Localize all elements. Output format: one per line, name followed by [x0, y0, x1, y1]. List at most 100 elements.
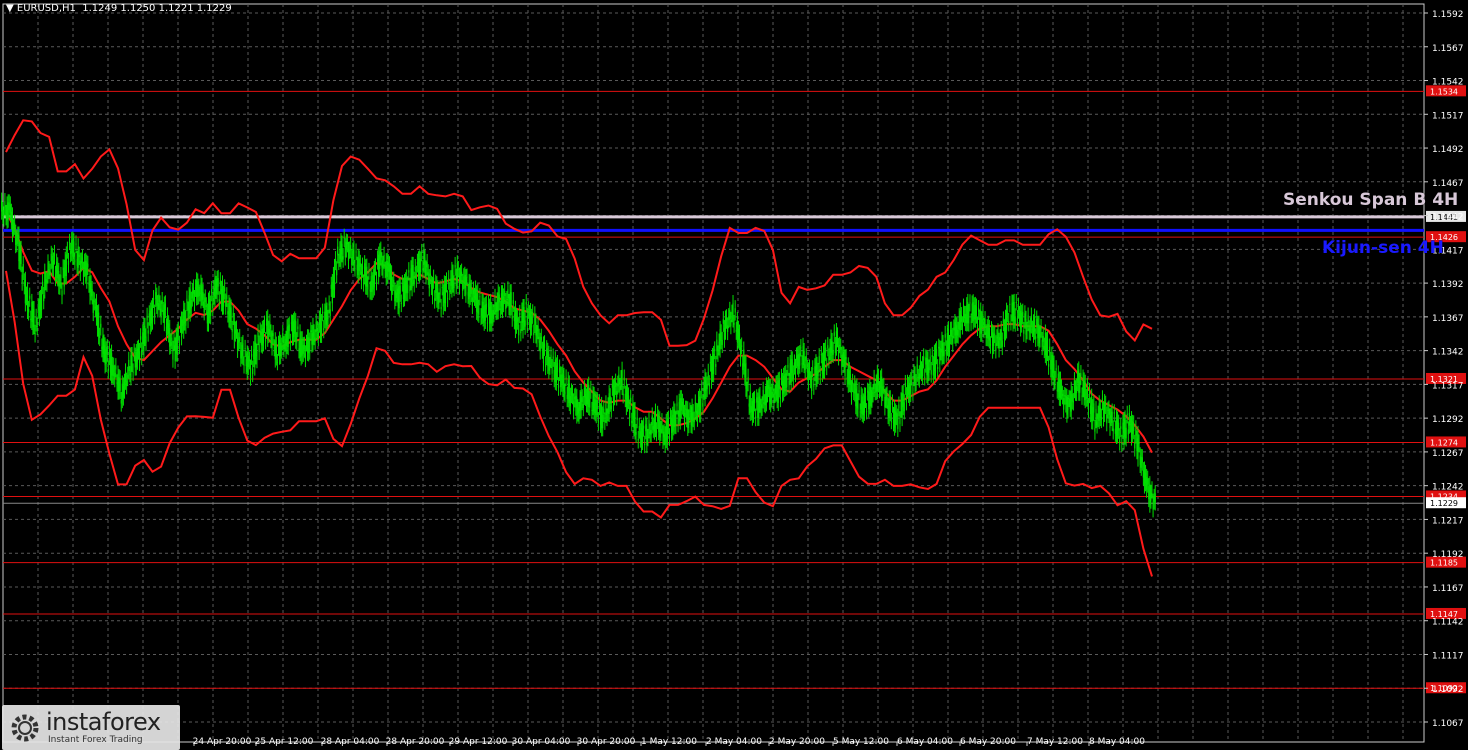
candle-body — [896, 413, 898, 418]
candle-body — [339, 249, 341, 259]
candle-body — [314, 337, 316, 342]
candle-body — [137, 347, 140, 352]
candle-body — [118, 377, 120, 392]
y-tick-label: 1.1367 — [1432, 314, 1464, 324]
candle-body — [57, 265, 59, 279]
candle-body — [885, 395, 887, 400]
y-tick-label: 1.1317 — [1432, 381, 1464, 391]
candle-body — [971, 303, 973, 315]
current-price-tag-label: 1.1229 — [1430, 499, 1458, 508]
candle-body — [752, 399, 755, 415]
candle-body — [387, 262, 389, 272]
candle-body — [361, 265, 364, 270]
candle-body — [1065, 396, 1067, 405]
candle-body — [744, 363, 746, 378]
symbol-dropdown-icon[interactable]: ▼ — [6, 3, 17, 14]
candle-body — [287, 326, 289, 348]
candle-body — [233, 321, 235, 341]
candle-body — [860, 394, 862, 410]
candle-body — [462, 281, 464, 291]
candle-body — [36, 325, 38, 327]
candle-body — [62, 267, 64, 271]
price-chart[interactable]: 1.15341.14261.13211.12741.12341.11851.11… — [0, 0, 1468, 750]
x-tick-label: 5 May 12:00 — [833, 737, 889, 747]
candle-body — [594, 399, 596, 414]
candle-body — [159, 303, 161, 309]
candle-body — [1101, 398, 1104, 403]
candle-body — [199, 292, 201, 294]
candle-body — [12, 227, 15, 229]
candle-body — [28, 309, 30, 313]
candle-body — [731, 312, 733, 315]
candle-body — [750, 406, 752, 413]
candle-body — [916, 364, 918, 374]
candle-body — [414, 267, 416, 271]
candle-body — [762, 389, 764, 401]
candle-body — [288, 324, 290, 331]
candle-body — [121, 383, 123, 401]
candle-body — [70, 250, 72, 255]
candle-body — [1122, 422, 1124, 430]
candle-body — [432, 277, 435, 281]
candle-body — [1059, 379, 1062, 398]
candle-body — [499, 308, 501, 310]
candle-body — [946, 332, 948, 348]
candle-body — [1090, 405, 1092, 415]
y-tick-label: 1.1142 — [1432, 618, 1464, 628]
candle-body — [657, 413, 659, 422]
candle-body — [351, 257, 353, 265]
candle-body — [1113, 412, 1115, 414]
candle-body — [662, 433, 664, 441]
candle-body — [1151, 489, 1153, 491]
candle-body — [472, 289, 475, 295]
candle-body — [1081, 395, 1083, 397]
candle-body — [801, 363, 803, 365]
candle-body — [1005, 310, 1008, 331]
candle-body — [444, 284, 447, 304]
candle-body — [774, 392, 776, 395]
candle-body — [808, 367, 811, 372]
candle-body — [1140, 457, 1142, 468]
candle-body — [520, 329, 522, 334]
candle-body — [482, 302, 484, 319]
candle-body — [138, 351, 141, 363]
candle-body — [701, 388, 703, 391]
candle-body — [208, 298, 211, 316]
candle-body — [962, 306, 965, 315]
candle-body — [515, 316, 518, 326]
candle-body — [236, 337, 239, 350]
candle-body — [133, 351, 135, 354]
candle-body — [31, 302, 33, 322]
candle-body — [728, 316, 730, 321]
candle-body — [541, 349, 543, 351]
x-tick-label: 2 May 20:00 — [769, 737, 825, 747]
time-axis[interactable]: 24 Apr 20:00 25 Apr 12:00 28 Apr 04:00 28 A… — [193, 737, 1146, 747]
candle-body — [773, 396, 775, 404]
candle-body — [206, 311, 209, 324]
candle-body — [148, 313, 150, 318]
candle-body — [397, 288, 399, 307]
candle-body — [688, 417, 690, 425]
candle-body — [716, 339, 718, 352]
candle-body — [601, 404, 603, 429]
candle-body — [777, 380, 779, 403]
candle-body — [539, 340, 541, 352]
candle-body — [300, 339, 302, 358]
candle-body — [969, 302, 971, 304]
candle-body — [35, 316, 37, 324]
candle-body — [758, 396, 760, 418]
candle-body — [968, 311, 970, 324]
candle-body — [741, 345, 743, 347]
candle-body — [126, 380, 128, 387]
candle-body — [861, 396, 863, 414]
candle-body — [234, 329, 237, 334]
candle-body — [22, 264, 24, 272]
candle-body — [108, 349, 110, 358]
candle-body — [187, 309, 189, 321]
candle-body — [241, 344, 243, 356]
candle-body — [510, 292, 512, 308]
candle-body — [815, 362, 817, 382]
candle-body — [759, 395, 761, 405]
candle-body — [384, 269, 386, 271]
candle-body — [645, 424, 647, 432]
